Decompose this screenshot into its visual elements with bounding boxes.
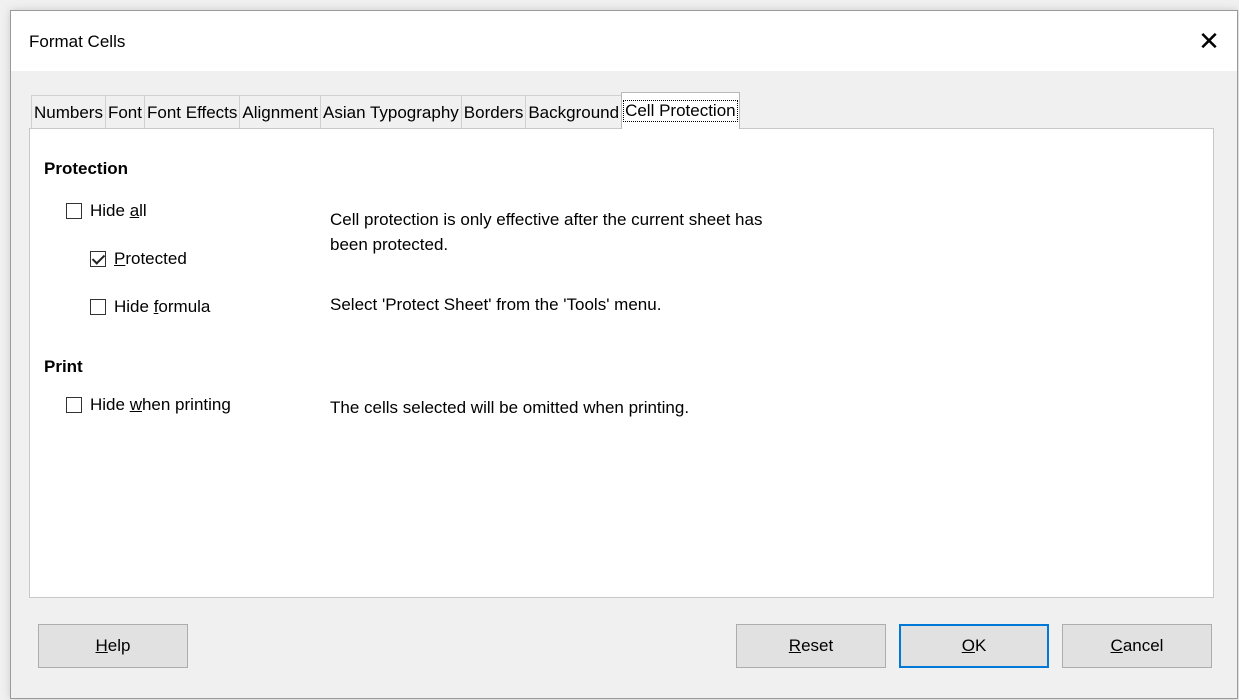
hide-formula-box[interactable]	[90, 299, 106, 315]
protected-box[interactable]	[90, 251, 106, 267]
hide-when-printing-box[interactable]	[66, 397, 82, 413]
tab-asian-typography[interactable]: Asian Typography	[320, 95, 462, 129]
hide-all-label: Hide all	[90, 201, 147, 220]
tab-numbers[interactable]: Numbers	[31, 95, 106, 129]
tab-font-effects[interactable]: Font Effects	[144, 95, 241, 129]
cell-protection-panel: Protection Hide all Protected Hide formu…	[29, 128, 1214, 598]
help-button[interactable]: Help	[38, 624, 188, 668]
ok-button[interactable]: OK	[899, 624, 1049, 668]
tab-strip: Numbers Font Font Effects Alignment Asia…	[31, 92, 740, 129]
format-cells-dialog: Format Cells ✕ Numbers Font Font Effects…	[10, 10, 1238, 699]
protected-label: Protected	[114, 249, 187, 268]
hide-when-printing-label: Hide when printing	[90, 395, 231, 414]
reset-button[interactable]: Reset	[736, 624, 886, 668]
hide-all-box[interactable]	[66, 203, 82, 219]
protected-checkbox[interactable]: Protected	[90, 249, 187, 269]
tab-background[interactable]: Background	[525, 95, 623, 129]
tab-alignment[interactable]: Alignment	[239, 95, 322, 129]
close-icon[interactable]: ✕	[1189, 23, 1229, 59]
dialog-title: Format Cells	[29, 32, 126, 51]
hide-when-printing-checkbox[interactable]: Hide when printing	[66, 395, 231, 415]
protection-tools-hint: Select 'Protect Sheet' from the 'Tools' …	[330, 295, 662, 314]
tab-cell-protection[interactable]: Cell Protection	[621, 92, 740, 129]
hide-formula-label: Hide formula	[114, 297, 211, 316]
protection-info-line2: been protected.	[330, 235, 449, 254]
title-bar: Format Cells ✕	[11, 11, 1237, 71]
tab-font[interactable]: Font	[104, 95, 145, 129]
protection-info-line1: Cell protection is only effective after …	[330, 210, 763, 229]
print-info: The cells selected will be omitted when …	[330, 398, 690, 417]
protection-heading: Protection	[44, 159, 129, 178]
hide-formula-checkbox[interactable]: Hide formula	[90, 297, 210, 317]
cancel-button[interactable]: Cancel	[1062, 624, 1212, 668]
hide-all-checkbox[interactable]: Hide all	[66, 201, 147, 221]
tab-borders[interactable]: Borders	[460, 95, 527, 129]
print-heading: Print	[44, 357, 83, 376]
